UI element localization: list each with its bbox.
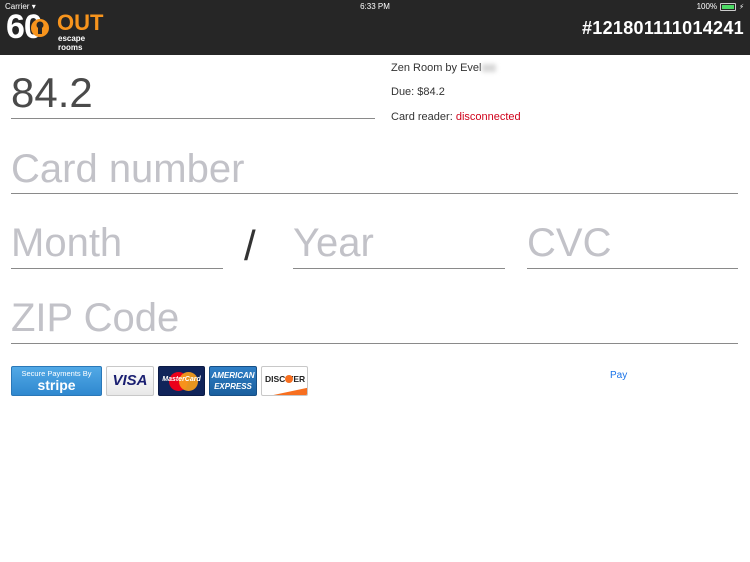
redaction-blur (482, 64, 497, 73)
month-underline (11, 268, 223, 269)
zip-code-input[interactable]: ZIP Code (11, 294, 179, 342)
card-reader-label: Card reader: (391, 111, 453, 123)
logo-subtitle: escape rooms (58, 34, 86, 52)
amex-text-line1: AMERICAN (211, 371, 255, 380)
year-underline (293, 268, 505, 269)
date-separator: / (244, 222, 256, 269)
card-reader-state: disconnected (455, 111, 521, 123)
mastercard-logo: MasterCard (158, 366, 205, 396)
battery-percent: 100% (696, 2, 718, 11)
keyhole-icon (31, 19, 49, 37)
card-number-underline (11, 193, 738, 194)
discover-logo: DISC VER (261, 366, 308, 396)
battery-status: 100% ⚡ (697, 2, 744, 11)
order-id: #121801111014241 (582, 18, 744, 38)
amex-text-line2: EXPRESS (214, 382, 252, 391)
amount-input[interactable]: 84.2 (11, 68, 375, 118)
discover-swoosh (271, 386, 307, 395)
room-name: Zen Room by Evel (391, 62, 497, 74)
stripe-badge-logo: stripe (37, 377, 76, 393)
card-number-input[interactable]: Card number (11, 145, 244, 193)
cvc-underline (527, 268, 738, 269)
visa-logo: VISA (106, 366, 154, 396)
due-amount: Due: $84.2 (391, 86, 445, 98)
charging-icon: ⚡ (739, 3, 744, 11)
clock: 6:33 PM (360, 2, 390, 11)
month-input[interactable]: Month (11, 219, 122, 267)
brand-logo: 60 OUT escape rooms (6, 9, 110, 52)
battery-icon (720, 2, 737, 11)
card-reader-status: Card reader: disconnected (391, 111, 521, 123)
stripe-badge: Secure Payments By stripe (11, 366, 102, 396)
cvc-input[interactable]: CVC (527, 219, 611, 267)
discover-dot-icon (285, 375, 293, 383)
zip-code-underline (11, 343, 738, 344)
amex-logo: AMERICAN EXPRESS (209, 366, 257, 396)
app-header: Carrier ▾ 6:33 PM 100% ⚡ 60 OUT escape r… (0, 0, 750, 55)
logo-out: OUT (57, 10, 104, 35)
year-input[interactable]: Year (293, 219, 374, 267)
mastercard-text: MasterCard (162, 376, 201, 383)
room-name-text: Zen Room by Evel (391, 62, 482, 74)
visa-text: VISA (112, 372, 148, 389)
pay-button[interactable]: Pay (610, 370, 627, 381)
amount-underline (11, 118, 375, 119)
